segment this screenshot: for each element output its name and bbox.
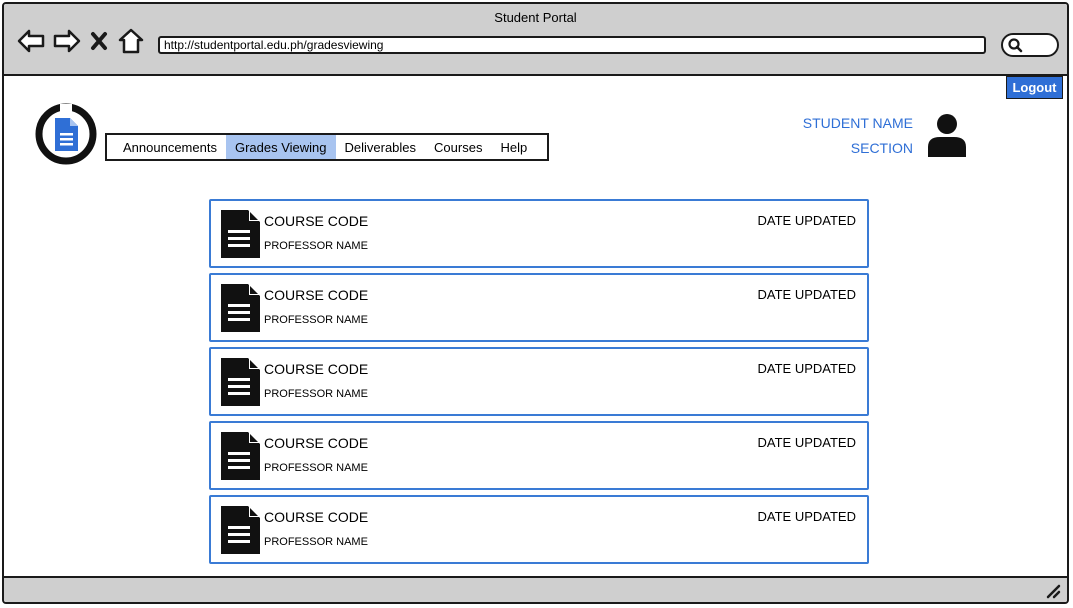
tab-announcements[interactable]: Announcements xyxy=(107,135,226,159)
date-updated: DATE UPDATED xyxy=(757,213,856,228)
document-icon xyxy=(219,357,261,407)
course-card[interactable]: COURSE CODE PROFESSOR NAME DATE UPDATED xyxy=(209,421,869,490)
course-code: COURSE CODE xyxy=(264,361,369,377)
course-card[interactable]: COURSE CODE PROFESSOR NAME DATE UPDATED xyxy=(209,495,869,564)
professor-name: PROFESSOR NAME xyxy=(264,240,368,252)
document-icon xyxy=(219,283,261,333)
date-updated: DATE UPDATED xyxy=(757,287,856,302)
home-icon[interactable] xyxy=(116,26,146,56)
user-avatar-icon[interactable] xyxy=(926,113,968,157)
main-nav-menu: Announcements Grades Viewing Deliverable… xyxy=(105,133,549,161)
course-list: COURSE CODE PROFESSOR NAME DATE UPDATED … xyxy=(209,199,869,569)
browser-search-field[interactable] xyxy=(1001,33,1059,57)
professor-name: PROFESSOR NAME xyxy=(264,388,368,400)
browser-statusbar xyxy=(4,576,1067,602)
forward-arrow-icon[interactable] xyxy=(52,26,82,56)
course-card[interactable]: COURSE CODE PROFESSOR NAME DATE UPDATED xyxy=(209,273,869,342)
window-title: Student Portal xyxy=(494,10,577,25)
course-code: COURSE CODE xyxy=(264,435,369,451)
date-updated: DATE UPDATED xyxy=(757,509,856,524)
professor-name: PROFESSOR NAME xyxy=(264,462,368,474)
student-section: SECTION xyxy=(850,140,913,156)
url-bar[interactable]: http://studentportal.edu.ph/gradesviewin… xyxy=(158,36,986,54)
search-icon xyxy=(1007,37,1023,53)
resize-grip-icon[interactable] xyxy=(1045,583,1061,599)
course-code: COURSE CODE xyxy=(264,287,369,303)
date-updated: DATE UPDATED xyxy=(757,361,856,376)
logout-button[interactable]: Logout xyxy=(1006,76,1063,99)
document-icon xyxy=(219,505,261,555)
browser-window: Student Portal http://studentportal.edu.… xyxy=(2,2,1069,604)
portal-logo-icon xyxy=(34,102,98,166)
course-card[interactable]: COURSE CODE PROFESSOR NAME DATE UPDATED xyxy=(209,347,869,416)
browser-titlebar: Student Portal http://studentportal.edu.… xyxy=(4,4,1067,76)
back-arrow-icon[interactable] xyxy=(16,26,46,56)
course-code: COURSE CODE xyxy=(264,213,369,229)
tab-grades-viewing[interactable]: Grades Viewing xyxy=(225,135,336,159)
close-icon[interactable] xyxy=(88,26,110,56)
tab-courses[interactable]: Courses xyxy=(425,135,491,159)
date-updated: DATE UPDATED xyxy=(757,435,856,450)
browser-nav-controls xyxy=(16,26,146,56)
tab-help[interactable]: Help xyxy=(491,135,536,159)
professor-name: PROFESSOR NAME xyxy=(264,536,368,548)
document-icon xyxy=(219,431,261,481)
student-info: STUDENT NAME SECTION xyxy=(803,114,913,164)
tab-deliverables[interactable]: Deliverables xyxy=(336,135,426,159)
course-card[interactable]: COURSE CODE PROFESSOR NAME DATE UPDATED xyxy=(209,199,869,268)
course-code: COURSE CODE xyxy=(264,509,369,525)
document-icon xyxy=(219,209,261,259)
professor-name: PROFESSOR NAME xyxy=(264,314,368,326)
student-name: STUDENT NAME xyxy=(802,115,913,131)
